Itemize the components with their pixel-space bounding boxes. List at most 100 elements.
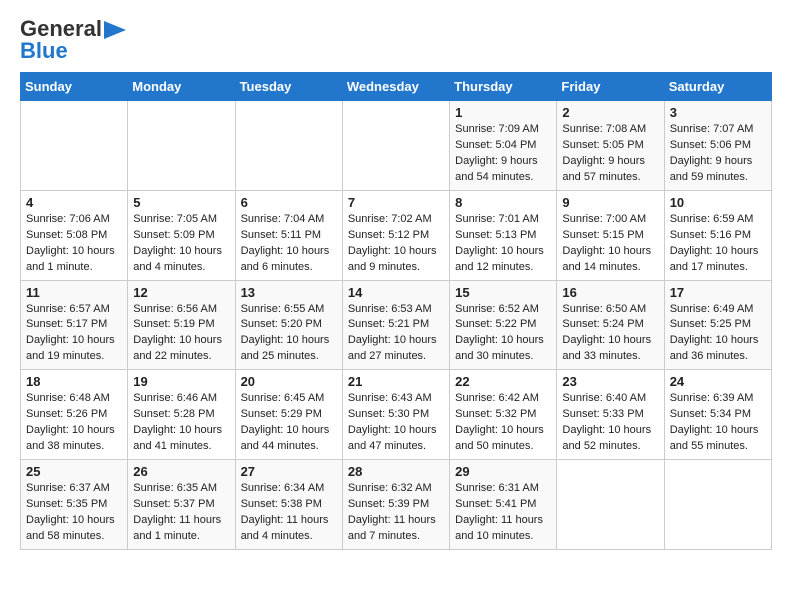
day-number: 28 — [348, 464, 444, 479]
day-number: 23 — [562, 374, 658, 389]
col-header-saturday: Saturday — [664, 73, 771, 101]
calendar-cell — [128, 101, 235, 191]
cell-info: Sunrise: 6:57 AM — [26, 302, 122, 318]
cell-info: Sunset: 5:11 PM — [241, 228, 337, 244]
week-row-4: 18Sunrise: 6:48 AMSunset: 5:26 PMDayligh… — [21, 370, 772, 460]
cell-info: Sunrise: 6:43 AM — [348, 391, 444, 407]
cell-info: and 52 minutes. — [562, 439, 658, 455]
cell-info: Daylight: 10 hours — [670, 333, 766, 349]
calendar-cell: 15Sunrise: 6:52 AMSunset: 5:22 PMDayligh… — [450, 280, 557, 370]
day-number: 10 — [670, 195, 766, 210]
day-number: 7 — [348, 195, 444, 210]
cell-info: Sunrise: 6:59 AM — [670, 212, 766, 228]
day-number: 6 — [241, 195, 337, 210]
cell-info: Sunrise: 6:32 AM — [348, 481, 444, 497]
calendar-cell: 5Sunrise: 7:05 AMSunset: 5:09 PMDaylight… — [128, 190, 235, 280]
day-number: 9 — [562, 195, 658, 210]
cell-info: and 19 minutes. — [26, 349, 122, 365]
cell-info: and 55 minutes. — [670, 439, 766, 455]
cell-info: and 47 minutes. — [348, 439, 444, 455]
cell-info: and 7 minutes. — [348, 529, 444, 545]
cell-info: Sunrise: 6:56 AM — [133, 302, 229, 318]
cell-info: Daylight: 10 hours — [133, 423, 229, 439]
cell-info: Sunset: 5:13 PM — [455, 228, 551, 244]
calendar-cell: 18Sunrise: 6:48 AMSunset: 5:26 PMDayligh… — [21, 370, 128, 460]
cell-info: Daylight: 11 hours — [348, 513, 444, 529]
col-header-sunday: Sunday — [21, 73, 128, 101]
cell-info: Sunrise: 6:52 AM — [455, 302, 551, 318]
cell-info: Sunset: 5:38 PM — [241, 497, 337, 513]
cell-info: Sunset: 5:33 PM — [562, 407, 658, 423]
header: General Blue — [20, 16, 772, 64]
cell-info: Daylight: 9 hours — [670, 154, 766, 170]
cell-info: Sunrise: 6:45 AM — [241, 391, 337, 407]
cell-info: Daylight: 10 hours — [348, 244, 444, 260]
calendar-cell: 10Sunrise: 6:59 AMSunset: 5:16 PMDayligh… — [664, 190, 771, 280]
cell-info: Sunset: 5:39 PM — [348, 497, 444, 513]
logo: General Blue — [20, 16, 126, 64]
cell-info: Sunset: 5:15 PM — [562, 228, 658, 244]
cell-info: Sunset: 5:25 PM — [670, 317, 766, 333]
calendar-cell: 25Sunrise: 6:37 AMSunset: 5:35 PMDayligh… — [21, 460, 128, 550]
cell-info: and 38 minutes. — [26, 439, 122, 455]
calendar-cell: 26Sunrise: 6:35 AMSunset: 5:37 PMDayligh… — [128, 460, 235, 550]
day-number: 18 — [26, 374, 122, 389]
cell-info: Daylight: 10 hours — [562, 244, 658, 260]
cell-info: Daylight: 10 hours — [133, 333, 229, 349]
cell-info: and 1 minute. — [133, 529, 229, 545]
cell-info: and 22 minutes. — [133, 349, 229, 365]
cell-info: Sunset: 5:21 PM — [348, 317, 444, 333]
cell-info: Sunrise: 6:34 AM — [241, 481, 337, 497]
cell-info: and 41 minutes. — [133, 439, 229, 455]
cell-info: Daylight: 11 hours — [241, 513, 337, 529]
cell-info: Daylight: 10 hours — [26, 333, 122, 349]
cell-info: Daylight: 10 hours — [26, 423, 122, 439]
cell-info: Sunrise: 6:55 AM — [241, 302, 337, 318]
cell-info: Daylight: 10 hours — [26, 244, 122, 260]
cell-info: Sunset: 5:32 PM — [455, 407, 551, 423]
calendar-cell: 28 Sunrise: 6:32 AMSunset: 5:39 PMDayligh… — [342, 460, 449, 550]
cell-info: Daylight: 10 hours — [455, 244, 551, 260]
calendar-cell: 17Sunrise: 6:49 AMSunset: 5:25 PMDayligh… — [664, 280, 771, 370]
cell-info: and 57 minutes. — [562, 170, 658, 186]
cell-info: Sunset: 5:20 PM — [241, 317, 337, 333]
cell-info: and 33 minutes. — [562, 349, 658, 365]
cell-info: Sunset: 5:24 PM — [562, 317, 658, 333]
cell-info: and 4 minutes. — [241, 529, 337, 545]
cell-info: Sunrise: 6:40 AM — [562, 391, 658, 407]
calendar-cell: 14Sunrise: 6:53 AMSunset: 5:21 PMDayligh… — [342, 280, 449, 370]
cell-info: Sunrise: 7:05 AM — [133, 212, 229, 228]
cell-info: Sunset: 5:19 PM — [133, 317, 229, 333]
day-number: 25 — [26, 464, 122, 479]
cell-info: Sunrise: 6:46 AM — [133, 391, 229, 407]
cell-info: Sunrise: 6:49 AM — [670, 302, 766, 318]
calendar-cell: 9Sunrise: 7:00 AMSunset: 5:15 PMDaylight… — [557, 190, 664, 280]
cell-info: Sunset: 5:37 PM — [133, 497, 229, 513]
cell-info: and 4 minutes. — [133, 260, 229, 276]
cell-info: and 14 minutes. — [562, 260, 658, 276]
day-number: 19 — [133, 374, 229, 389]
day-number: 8 — [455, 195, 551, 210]
cell-info: Daylight: 11 hours — [133, 513, 229, 529]
col-header-wednesday: Wednesday — [342, 73, 449, 101]
cell-info: and 6 minutes. — [241, 260, 337, 276]
cell-info: Sunset: 5:28 PM — [133, 407, 229, 423]
day-number: 15 — [455, 285, 551, 300]
day-number: 11 — [26, 285, 122, 300]
cell-info: Sunset: 5:35 PM — [26, 497, 122, 513]
cell-info: Daylight: 10 hours — [241, 244, 337, 260]
cell-info: Sunrise: 6:39 AM — [670, 391, 766, 407]
cell-info: Sunset: 5:30 PM — [348, 407, 444, 423]
calendar-cell: 29Sunrise: 6:31 AMSunset: 5:41 PMDayligh… — [450, 460, 557, 550]
day-number: 27 — [241, 464, 337, 479]
cell-info: and 25 minutes. — [241, 349, 337, 365]
day-number: 20 — [241, 374, 337, 389]
cell-info: Daylight: 9 hours — [455, 154, 551, 170]
cell-info: and 59 minutes. — [670, 170, 766, 186]
week-row-3: 11Sunrise: 6:57 AMSunset: 5:17 PMDayligh… — [21, 280, 772, 370]
cell-info: and 17 minutes. — [670, 260, 766, 276]
calendar-cell: 19 Sunrise: 6:46 AMSunset: 5:28 PMDayligh… — [128, 370, 235, 460]
calendar-cell: 21Sunrise: 6:43 AMSunset: 5:30 PMDayligh… — [342, 370, 449, 460]
logo-blue-text: Blue — [20, 38, 68, 64]
col-header-thursday: Thursday — [450, 73, 557, 101]
